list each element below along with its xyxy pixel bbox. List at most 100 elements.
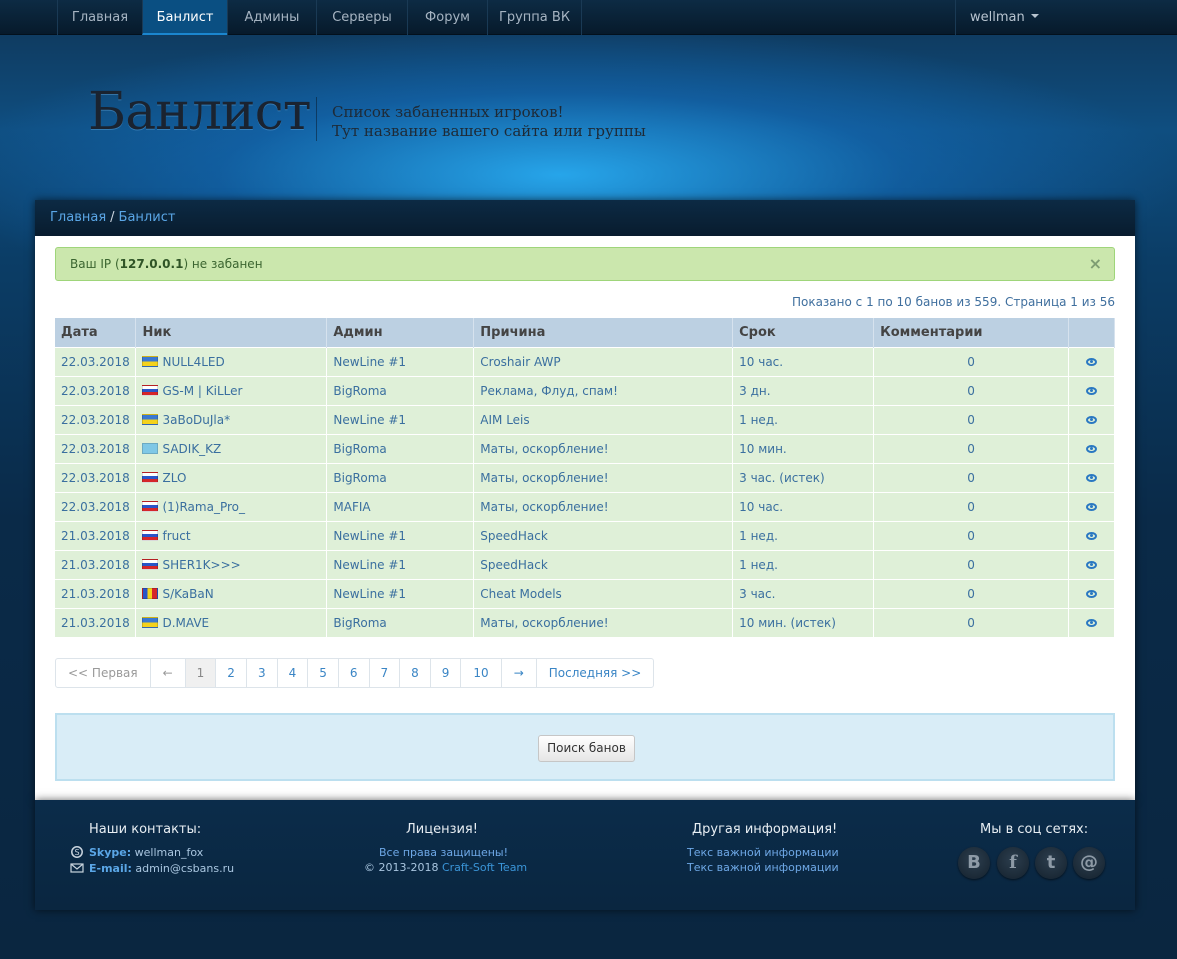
cell-admin: NewLine #1: [326, 578, 475, 608]
copyright-years: © 2013-2018: [364, 861, 439, 874]
page-number[interactable]: 8: [400, 659, 431, 687]
cell-date: 21.03.2018: [55, 607, 137, 637]
page-prev[interactable]: ←: [151, 659, 186, 687]
cell-reason: AIM Leis: [473, 404, 734, 434]
cell-admin: MAFIA: [326, 491, 475, 521]
eye-icon[interactable]: [1085, 589, 1097, 598]
table-row[interactable]: 21.03.2018 D.MAVE BigRoma Маты, оскорбление…: [55, 607, 1116, 637]
page-number[interactable]: 4: [278, 659, 309, 687]
cell-admin: BigRoma: [326, 375, 475, 405]
search-bans-button[interactable]: Поиск банов: [538, 735, 635, 762]
table-row[interactable]: 22.03.2018 (1)Rama_Pro_ MAFIA Маты, оскорбл…: [55, 491, 1116, 521]
page-number[interactable]: 7: [370, 659, 401, 687]
cell-admin: NewLine #1: [326, 549, 475, 579]
cell-view[interactable]: [1068, 375, 1116, 405]
breadcrumb-home[interactable]: Главная: [50, 210, 106, 225]
cell-view[interactable]: [1068, 578, 1116, 608]
country-flag-icon: [142, 355, 159, 367]
cell-comments: 0: [873, 549, 1069, 579]
breadcrumb-current[interactable]: Банлист: [119, 210, 176, 225]
col-comments: Комментарии: [873, 318, 1069, 347]
page-number[interactable]: 6: [339, 659, 370, 687]
table-row[interactable]: 21.03.2018 SHER1K>>> NewLine #1 SpeedHack 1 …: [55, 549, 1116, 579]
license-rights[interactable]: Все права защищены!: [379, 846, 508, 859]
cell-view[interactable]: [1068, 491, 1116, 521]
nav-admins[interactable]: Админы: [227, 0, 316, 35]
footer-social-title: Мы в соц сетях:: [980, 822, 1089, 837]
table-row[interactable]: 21.03.2018 S/KaBaN NewLine #1 Cheat Models 3…: [55, 578, 1116, 608]
cell-term: 1 нед.: [732, 520, 875, 550]
cell-view[interactable]: [1068, 433, 1116, 463]
table-row[interactable]: 22.03.2018 SADIK_KZ BigRoma Маты, оскорблен…: [55, 433, 1116, 463]
nav-banlist[interactable]: Банлист: [142, 0, 227, 35]
eye-icon[interactable]: [1085, 473, 1097, 482]
cell-view[interactable]: [1068, 404, 1116, 434]
country-flag-icon: [142, 587, 159, 599]
eye-icon[interactable]: [1085, 444, 1097, 453]
eye-icon[interactable]: [1085, 531, 1097, 540]
nav-servers[interactable]: Серверы: [316, 0, 407, 35]
other-info-link-1[interactable]: Текс важной информации: [687, 846, 839, 859]
cell-date: 21.03.2018: [55, 578, 137, 608]
page-number[interactable]: 2: [216, 659, 247, 687]
facebook-icon[interactable]: f: [997, 847, 1029, 879]
cell-date: 21.03.2018: [55, 549, 137, 579]
copyright-team-link[interactable]: Craft-Soft Team: [442, 861, 527, 874]
eye-icon[interactable]: [1085, 502, 1097, 511]
top-navbar: Главная Банлист Админы Серверы Форум Гру…: [0, 0, 1177, 35]
close-icon[interactable]: ×: [1089, 248, 1102, 280]
nick-text: D.MAVE: [162, 615, 210, 630]
country-flag-icon: [142, 471, 159, 483]
cell-admin: BigRoma: [326, 462, 475, 492]
cell-term: 1 нед.: [732, 404, 875, 434]
eye-icon[interactable]: [1085, 357, 1097, 366]
table-row[interactable]: 22.03.2018 ZLO BigRoma Маты, оскорбление! 3 …: [55, 462, 1116, 492]
nav-home[interactable]: Главная: [57, 0, 142, 35]
mail-icon[interactable]: @: [1073, 847, 1105, 879]
cell-date: 22.03.2018: [55, 462, 137, 492]
page-number[interactable]: 5: [308, 659, 339, 687]
table-row[interactable]: 22.03.2018 NULL4LED NewLine #1 Croshair AWP…: [55, 346, 1116, 376]
cell-reason: SpeedHack: [473, 520, 734, 550]
cell-view[interactable]: [1068, 607, 1116, 637]
twitter-icon[interactable]: t: [1035, 847, 1067, 879]
table-row[interactable]: 21.03.2018 fruct NewLine #1 SpeedHack 1 нед.…: [55, 520, 1116, 550]
nick-text: ZLO: [162, 470, 187, 485]
page-number[interactable]: 1: [185, 659, 217, 687]
cell-term: 10 мин. (истек): [732, 607, 875, 637]
cell-view[interactable]: [1068, 549, 1116, 579]
page-number[interactable]: 3: [247, 659, 278, 687]
page-first[interactable]: << Первая: [56, 659, 151, 687]
eye-icon[interactable]: [1085, 415, 1097, 424]
eye-icon[interactable]: [1085, 560, 1097, 569]
page-last[interactable]: Последняя >>: [537, 659, 654, 687]
page-next[interactable]: →: [502, 659, 537, 687]
cell-comments: 0: [873, 404, 1069, 434]
cell-comments: 0: [873, 491, 1069, 521]
table-row[interactable]: 22.03.2018 3aBoDuJla* NewLine #1 AIM Leis 1 …: [55, 404, 1116, 434]
page-number[interactable]: 9: [431, 659, 462, 687]
main-panel: Главная / Банлист Ваш IP (127.0.0.1) не за…: [35, 200, 1135, 800]
cell-nick: (1)Rama_Pro_: [135, 491, 328, 521]
nav-forum[interactable]: Форум: [407, 0, 487, 35]
chevron-down-icon: [1030, 14, 1039, 18]
vk-icon[interactable]: B: [958, 847, 990, 879]
cell-admin: NewLine #1: [326, 346, 475, 376]
eye-icon[interactable]: [1085, 618, 1097, 627]
nav-vk-group[interactable]: Группа ВК: [487, 0, 582, 35]
footer-skype: S Skype: wellman_fox: [70, 846, 203, 859]
other-info-link-2[interactable]: Текс важной информации: [687, 861, 839, 874]
country-flag-icon: [142, 442, 159, 454]
cell-date: 22.03.2018: [55, 404, 137, 434]
cell-view[interactable]: [1068, 520, 1116, 550]
user-menu[interactable]: wellman: [955, 0, 1045, 35]
mail-envelope-icon: [70, 863, 84, 873]
cell-term: 3 час.: [732, 578, 875, 608]
cell-view[interactable]: [1068, 462, 1116, 492]
table-row[interactable]: 22.03.2018 GS-M | KiLLer BigRoma Реклама, Ф…: [55, 375, 1116, 405]
page-number[interactable]: 10: [461, 659, 502, 687]
cell-view[interactable]: [1068, 346, 1116, 376]
email-value[interactable]: admin@csbans.ru: [135, 862, 234, 875]
eye-icon[interactable]: [1085, 386, 1097, 395]
cell-comments: 0: [873, 375, 1069, 405]
